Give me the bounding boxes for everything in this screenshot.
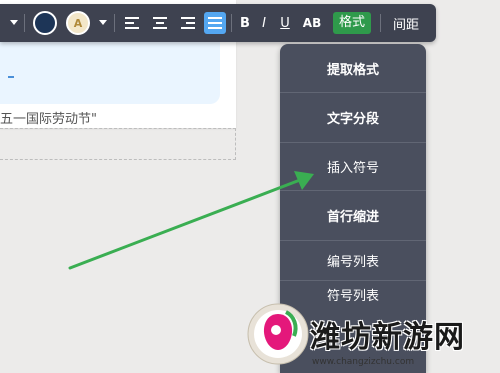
background-color-letter: A: [73, 16, 83, 30]
menu-item-extract-format[interactable]: 提取格式: [280, 44, 426, 92]
menu-item-insert-symbol[interactable]: 插入符号: [280, 142, 426, 190]
watermark-url: www.changzizchu.com: [312, 357, 415, 367]
align-center-icon[interactable]: [148, 4, 172, 42]
watermark-title: 潍坊新游网: [310, 320, 465, 355]
quote-marker: [8, 76, 14, 78]
align-justify-button[interactable]: [203, 4, 227, 42]
strikethrough-button[interactable]: AB: [301, 4, 323, 42]
format-button[interactable]: 格式: [330, 4, 374, 42]
bold-button[interactable]: B: [236, 4, 254, 42]
background-color-swatch: A: [66, 11, 90, 35]
underline-button[interactable]: U: [277, 4, 293, 42]
menu-item-numbered-list[interactable]: 编号列表: [280, 240, 426, 280]
align-right-icon[interactable]: [176, 4, 200, 42]
watermark-logo-icon: [247, 303, 309, 365]
format-button-label: 格式: [332, 12, 371, 34]
text-color-swatch: [33, 11, 57, 35]
quote-block[interactable]: 五一国际劳动节": [0, 36, 220, 127]
empty-block-placeholder[interactable]: [0, 128, 236, 160]
text-color-button[interactable]: [30, 4, 60, 42]
menu-item-text-paragraph[interactable]: 文字分段: [280, 92, 426, 142]
font-size-dropdown-icon[interactable]: [6, 4, 22, 42]
align-left-icon[interactable]: [120, 4, 144, 42]
quote-text: 五一国际劳动节": [0, 112, 97, 127]
spacing-button[interactable]: 间距: [386, 4, 426, 42]
background-color-button[interactable]: A: [62, 4, 94, 42]
text-format-toolbar: A B I U AB 格式 间距: [0, 4, 436, 42]
menu-item-first-line-indent[interactable]: 首行缩进: [280, 190, 426, 240]
italic-button[interactable]: I: [257, 4, 271, 42]
color-dropdown-icon[interactable]: [96, 4, 110, 42]
align-justify-icon: [204, 12, 226, 34]
